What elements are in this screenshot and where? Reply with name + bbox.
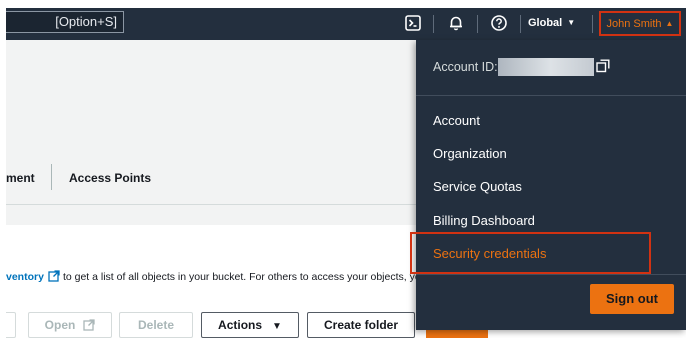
cloudshell-icon[interactable] (404, 14, 422, 32)
nav-divider (520, 15, 521, 33)
nav-divider (592, 15, 593, 33)
tab-access-points[interactable]: Access Points (69, 171, 151, 185)
open-button[interactable]: Open (28, 312, 112, 338)
delete-button[interactable]: Delete (119, 312, 193, 338)
user-name: John Smith (606, 18, 662, 30)
security-credentials-highlight (410, 232, 651, 274)
info-sentence: to get a list of all objects in your buc… (62, 271, 421, 283)
nav-divider (433, 15, 434, 33)
account-menu-button[interactable]: John Smith ▲ (599, 11, 681, 36)
menu-item-service-quotas[interactable]: Service Quotas (433, 177, 522, 197)
account-dropdown-menu: Account ID: Account Organization Service… (416, 40, 686, 330)
bell-icon[interactable] (447, 14, 465, 32)
caret-down-icon: ▼ (567, 18, 576, 27)
external-link-icon[interactable] (48, 270, 60, 285)
account-id-label: Account ID: (433, 60, 498, 74)
external-link-icon (83, 315, 95, 338)
nav-divider (477, 15, 478, 33)
partial-button (6, 312, 16, 338)
region-label: Global (528, 17, 563, 29)
menu-item-organization[interactable]: Organization (433, 144, 507, 164)
menu-divider (416, 274, 686, 275)
caret-down-icon: ▼ (272, 321, 282, 332)
tab-divider (51, 164, 52, 190)
inventory-link[interactable]: ventory (6, 271, 44, 283)
help-icon[interactable] (490, 14, 508, 32)
menu-item-billing-dashboard[interactable]: Billing Dashboard (433, 211, 535, 231)
menu-item-account[interactable]: Account (433, 111, 480, 131)
menu-divider (416, 95, 686, 96)
open-label: Open (44, 318, 76, 332)
account-id-redacted (498, 58, 594, 76)
create-folder-button[interactable]: Create folder (307, 312, 415, 338)
copy-icon[interactable] (596, 59, 610, 73)
caret-up-icon: ▲ (665, 19, 674, 28)
actions-label: Actions (218, 318, 263, 332)
search-shortcut-hint[interactable]: [Option+S] (6, 11, 124, 33)
tab-management[interactable]: ment (6, 171, 35, 185)
objects-info-text: ventory to get a list of all objects in y… (6, 270, 421, 285)
actions-dropdown[interactable]: Actions ▼ (201, 312, 299, 338)
sign-out-button[interactable]: Sign out (590, 284, 674, 314)
top-navigation-bar: [Option+S] Global ▼ John Smith ▲ (6, 8, 686, 40)
region-selector[interactable]: Global ▼ (528, 13, 575, 33)
screenshot-frame: [Option+S] Global ▼ John Smith ▲ ment Ac… (6, 8, 686, 338)
